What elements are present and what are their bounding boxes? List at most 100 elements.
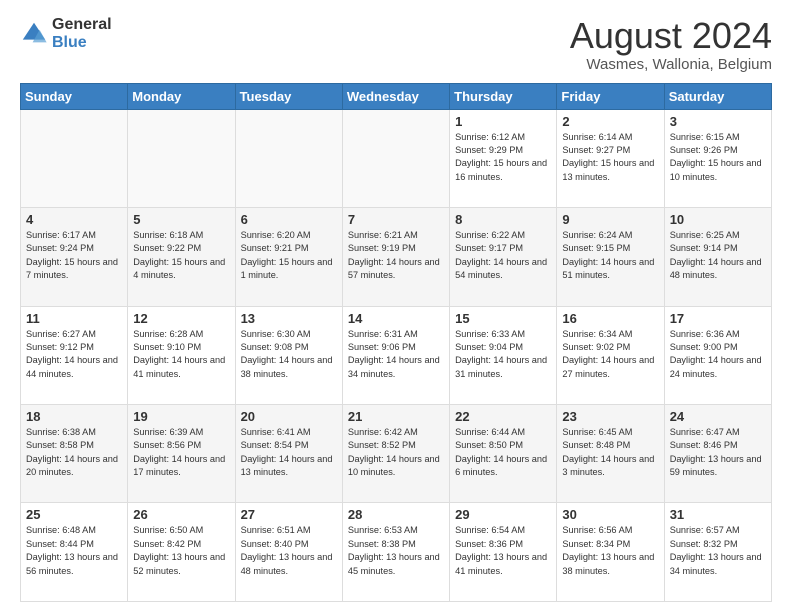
col-friday: Friday bbox=[557, 83, 664, 109]
day-number: 26 bbox=[133, 507, 229, 522]
calendar-cell: 19 Sunrise: 6:39 AMSunset: 8:56 PMDayligh… bbox=[128, 405, 235, 503]
calendar-week-1: 1 Sunrise: 6:12 AMSunset: 9:29 PMDaylight… bbox=[21, 109, 772, 207]
day-number: 8 bbox=[455, 212, 551, 227]
day-info: Sunrise: 6:36 AMSunset: 9:00 PMDaylight:… bbox=[670, 328, 766, 381]
calendar-cell: 27 Sunrise: 6:51 AMSunset: 8:40 PMDayligh… bbox=[235, 503, 342, 602]
day-info: Sunrise: 6:51 AMSunset: 8:40 PMDaylight:… bbox=[241, 524, 337, 577]
calendar-cell: 8 Sunrise: 6:22 AMSunset: 9:17 PMDaylight… bbox=[450, 208, 557, 306]
calendar-cell: 23 Sunrise: 6:45 AMSunset: 8:48 PMDayligh… bbox=[557, 405, 664, 503]
col-tuesday: Tuesday bbox=[235, 83, 342, 109]
day-info: Sunrise: 6:30 AMSunset: 9:08 PMDaylight:… bbox=[241, 328, 337, 381]
logo-general-text: General bbox=[52, 16, 112, 34]
header: General Blue August 2024 Wasmes, Walloni… bbox=[20, 16, 772, 73]
calendar-cell: 24Sunrise: 6:47 AMSunset: 8:46 PMDayligh… bbox=[664, 405, 771, 503]
day-number: 16 bbox=[562, 311, 658, 326]
calendar-cell bbox=[21, 109, 128, 207]
calendar-cell: 20 Sunrise: 6:41 AMSunset: 8:54 PMDayligh… bbox=[235, 405, 342, 503]
day-number: 27 bbox=[241, 507, 337, 522]
day-number: 10 bbox=[670, 212, 766, 227]
day-number: 3 bbox=[670, 114, 766, 129]
day-number: 29 bbox=[455, 507, 551, 522]
day-info: Sunrise: 6:41 AMSunset: 8:54 PMDaylight:… bbox=[241, 426, 337, 479]
day-number: 6 bbox=[241, 212, 337, 227]
day-number: 30 bbox=[562, 507, 658, 522]
day-info: Sunrise: 6:28 AMSunset: 9:10 PMDaylight:… bbox=[133, 328, 229, 381]
calendar-cell: 3 Sunrise: 6:15 AMSunset: 9:26 PMDaylight… bbox=[664, 109, 771, 207]
day-number: 31 bbox=[670, 507, 766, 522]
calendar-table: Sunday Monday Tuesday Wednesday Thursday… bbox=[20, 83, 772, 602]
day-number: 7 bbox=[348, 212, 444, 227]
day-number: 1 bbox=[455, 114, 551, 129]
logo-blue-text: Blue bbox=[52, 34, 112, 52]
day-info: Sunrise: 6:12 AMSunset: 9:29 PMDaylight:… bbox=[455, 131, 551, 184]
calendar-cell: 29 Sunrise: 6:54 AMSunset: 8:36 PMDayligh… bbox=[450, 503, 557, 602]
day-info: Sunrise: 6:39 AMSunset: 8:56 PMDaylight:… bbox=[133, 426, 229, 479]
day-info: Sunrise: 6:27 AMSunset: 9:12 PMDaylight:… bbox=[26, 328, 122, 381]
calendar-cell: 13 Sunrise: 6:30 AMSunset: 9:08 PMDayligh… bbox=[235, 306, 342, 404]
calendar-cell: 6 Sunrise: 6:20 AMSunset: 9:21 PMDaylight… bbox=[235, 208, 342, 306]
day-info: Sunrise: 6:42 AMSunset: 8:52 PMDaylight:… bbox=[348, 426, 444, 479]
logo-icon bbox=[20, 20, 48, 48]
calendar-cell: 11 Sunrise: 6:27 AMSunset: 9:12 PMDayligh… bbox=[21, 306, 128, 404]
subtitle: Wasmes, Wallonia, Belgium bbox=[570, 56, 772, 73]
day-number: 5 bbox=[133, 212, 229, 227]
calendar-week-5: 25 Sunrise: 6:48 AMSunset: 8:44 PMDayligh… bbox=[21, 503, 772, 602]
day-number: 19 bbox=[133, 409, 229, 424]
day-number: 2 bbox=[562, 114, 658, 129]
day-info: Sunrise: 6:14 AMSunset: 9:27 PMDaylight:… bbox=[562, 131, 658, 184]
calendar-cell: 5 Sunrise: 6:18 AMSunset: 9:22 PMDaylight… bbox=[128, 208, 235, 306]
calendar-cell: 26Sunrise: 6:50 AMSunset: 8:42 PMDayligh… bbox=[128, 503, 235, 602]
calendar-week-3: 11 Sunrise: 6:27 AMSunset: 9:12 PMDayligh… bbox=[21, 306, 772, 404]
day-info: Sunrise: 6:38 AMSunset: 8:58 PMDaylight:… bbox=[26, 426, 122, 479]
day-info: Sunrise: 6:17 AMSunset: 9:24 PMDaylight:… bbox=[26, 229, 122, 282]
day-info: Sunrise: 6:31 AMSunset: 9:06 PMDaylight:… bbox=[348, 328, 444, 381]
day-info: Sunrise: 6:18 AMSunset: 9:22 PMDaylight:… bbox=[133, 229, 229, 282]
title-block: August 2024 Wasmes, Wallonia, Belgium bbox=[570, 16, 772, 73]
day-number: 11 bbox=[26, 311, 122, 326]
calendar-header-row: Sunday Monday Tuesday Wednesday Thursday… bbox=[21, 83, 772, 109]
col-thursday: Thursday bbox=[450, 83, 557, 109]
day-info: Sunrise: 6:53 AMSunset: 8:38 PMDaylight:… bbox=[348, 524, 444, 577]
day-number: 25 bbox=[26, 507, 122, 522]
calendar-cell bbox=[235, 109, 342, 207]
day-number: 12 bbox=[133, 311, 229, 326]
day-number: 24 bbox=[670, 409, 766, 424]
day-info: Sunrise: 6:45 AMSunset: 8:48 PMDaylight:… bbox=[562, 426, 658, 479]
day-number: 21 bbox=[348, 409, 444, 424]
day-info: Sunrise: 6:24 AMSunset: 9:15 PMDaylight:… bbox=[562, 229, 658, 282]
day-number: 18 bbox=[26, 409, 122, 424]
calendar-cell: 16Sunrise: 6:34 AMSunset: 9:02 PMDayligh… bbox=[557, 306, 664, 404]
calendar-cell: 18 Sunrise: 6:38 AMSunset: 8:58 PMDayligh… bbox=[21, 405, 128, 503]
col-sunday: Sunday bbox=[21, 83, 128, 109]
day-info: Sunrise: 6:22 AMSunset: 9:17 PMDaylight:… bbox=[455, 229, 551, 282]
logo: General Blue bbox=[20, 16, 112, 51]
day-number: 14 bbox=[348, 311, 444, 326]
day-info: Sunrise: 6:15 AMSunset: 9:26 PMDaylight:… bbox=[670, 131, 766, 184]
day-info: Sunrise: 6:54 AMSunset: 8:36 PMDaylight:… bbox=[455, 524, 551, 577]
day-info: Sunrise: 6:56 AMSunset: 8:34 PMDaylight:… bbox=[562, 524, 658, 577]
calendar-week-2: 4Sunrise: 6:17 AMSunset: 9:24 PMDaylight… bbox=[21, 208, 772, 306]
day-info: Sunrise: 6:57 AMSunset: 8:32 PMDaylight:… bbox=[670, 524, 766, 577]
day-number: 13 bbox=[241, 311, 337, 326]
calendar-cell: 12 Sunrise: 6:28 AMSunset: 9:10 PMDayligh… bbox=[128, 306, 235, 404]
calendar-cell: 15Sunrise: 6:33 AMSunset: 9:04 PMDayligh… bbox=[450, 306, 557, 404]
day-number: 23 bbox=[562, 409, 658, 424]
col-monday: Monday bbox=[128, 83, 235, 109]
calendar-cell: 30 Sunrise: 6:56 AMSunset: 8:34 PMDayligh… bbox=[557, 503, 664, 602]
calendar-cell: 2 Sunrise: 6:14 AMSunset: 9:27 PMDaylight… bbox=[557, 109, 664, 207]
calendar-cell: 22Sunrise: 6:44 AMSunset: 8:50 PMDayligh… bbox=[450, 405, 557, 503]
day-info: Sunrise: 6:21 AMSunset: 9:19 PMDaylight:… bbox=[348, 229, 444, 282]
day-number: 22 bbox=[455, 409, 551, 424]
day-info: Sunrise: 6:20 AMSunset: 9:21 PMDaylight:… bbox=[241, 229, 337, 282]
day-number: 15 bbox=[455, 311, 551, 326]
calendar-cell: 31 Sunrise: 6:57 AMSunset: 8:32 PMDayligh… bbox=[664, 503, 771, 602]
calendar-cell bbox=[342, 109, 449, 207]
calendar-cell: 28Sunrise: 6:53 AMSunset: 8:38 PMDayligh… bbox=[342, 503, 449, 602]
day-info: Sunrise: 6:48 AMSunset: 8:44 PMDaylight:… bbox=[26, 524, 122, 577]
day-number: 17 bbox=[670, 311, 766, 326]
col-wednesday: Wednesday bbox=[342, 83, 449, 109]
calendar-week-4: 18 Sunrise: 6:38 AMSunset: 8:58 PMDayligh… bbox=[21, 405, 772, 503]
calendar-cell: 14 Sunrise: 6:31 AMSunset: 9:06 PMDayligh… bbox=[342, 306, 449, 404]
day-number: 20 bbox=[241, 409, 337, 424]
day-number: 9 bbox=[562, 212, 658, 227]
